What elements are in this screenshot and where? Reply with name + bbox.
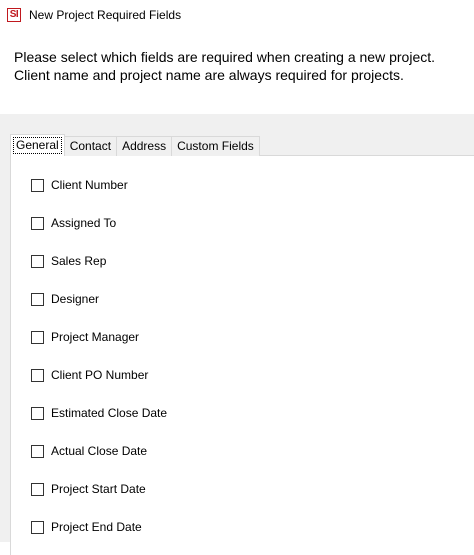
field-sales-rep[interactable]: Sales Rep <box>31 253 106 269</box>
tab-contact[interactable]: Contact <box>63 136 118 156</box>
tab-label: General <box>13 137 62 154</box>
field-label: Sales Rep <box>51 254 107 268</box>
project-manager-checkbox[interactable] <box>31 330 44 344</box>
app-logo-icon: SI <box>7 8 21 22</box>
tab-address[interactable]: Address <box>116 136 173 156</box>
field-label: Designer <box>51 292 100 306</box>
client-po-number-checkbox[interactable] <box>31 368 44 382</box>
title-bar: SI New Project Required Fields <box>0 0 474 32</box>
project-start-date-checkbox[interactable] <box>31 482 44 496</box>
window-title: New Project Required Fields <box>29 8 182 22</box>
field-label: Actual Close Date <box>51 444 148 458</box>
sales-rep-checkbox[interactable] <box>31 254 44 268</box>
instructions-line-2: Client name and project name are always … <box>14 67 404 83</box>
field-client-po-number[interactable]: Client PO Number <box>31 367 148 383</box>
tab-label: Address <box>122 139 167 153</box>
tab-custom-fields[interactable]: Custom Fields <box>171 136 260 156</box>
field-designer[interactable]: Designer <box>31 291 99 307</box>
field-label: Client Number <box>51 178 128 192</box>
project-end-date-checkbox[interactable] <box>31 520 44 534</box>
field-actual-close-date[interactable]: Actual Close Date <box>31 443 147 459</box>
tab-panel-general: Client Number Assigned To Sales Rep Desi… <box>10 155 474 555</box>
field-project-manager[interactable]: Project Manager <box>31 329 139 345</box>
instructions: Please select which fields are required … <box>14 48 474 84</box>
field-project-end-date[interactable]: Project End Date <box>31 519 142 535</box>
tab-strip: General Contact Address Custom Fields <box>10 134 260 156</box>
field-label: Project End Date <box>51 520 142 534</box>
field-label: Estimated Close Date <box>51 406 168 420</box>
field-assigned-to[interactable]: Assigned To <box>31 215 116 231</box>
field-project-start-date[interactable]: Project Start Date <box>31 481 146 497</box>
tab-label: Custom Fields <box>177 139 254 153</box>
estimated-close-date-checkbox[interactable] <box>31 406 44 420</box>
field-label: Assigned To <box>51 216 117 230</box>
field-client-number[interactable]: Client Number <box>31 177 128 193</box>
designer-checkbox[interactable] <box>31 292 44 306</box>
actual-close-date-checkbox[interactable] <box>31 444 44 458</box>
field-label: Project Start Date <box>51 482 146 496</box>
field-label: Project Manager <box>51 330 140 344</box>
field-estimated-close-date[interactable]: Estimated Close Date <box>31 405 167 421</box>
assigned-to-checkbox[interactable] <box>31 216 44 230</box>
tab-general[interactable]: General <box>10 134 65 156</box>
tab-label: Contact <box>69 139 112 153</box>
client-number-checkbox[interactable] <box>31 178 44 192</box>
field-label: Client PO Number <box>51 368 149 382</box>
instructions-line-1: Please select which fields are required … <box>14 49 436 65</box>
